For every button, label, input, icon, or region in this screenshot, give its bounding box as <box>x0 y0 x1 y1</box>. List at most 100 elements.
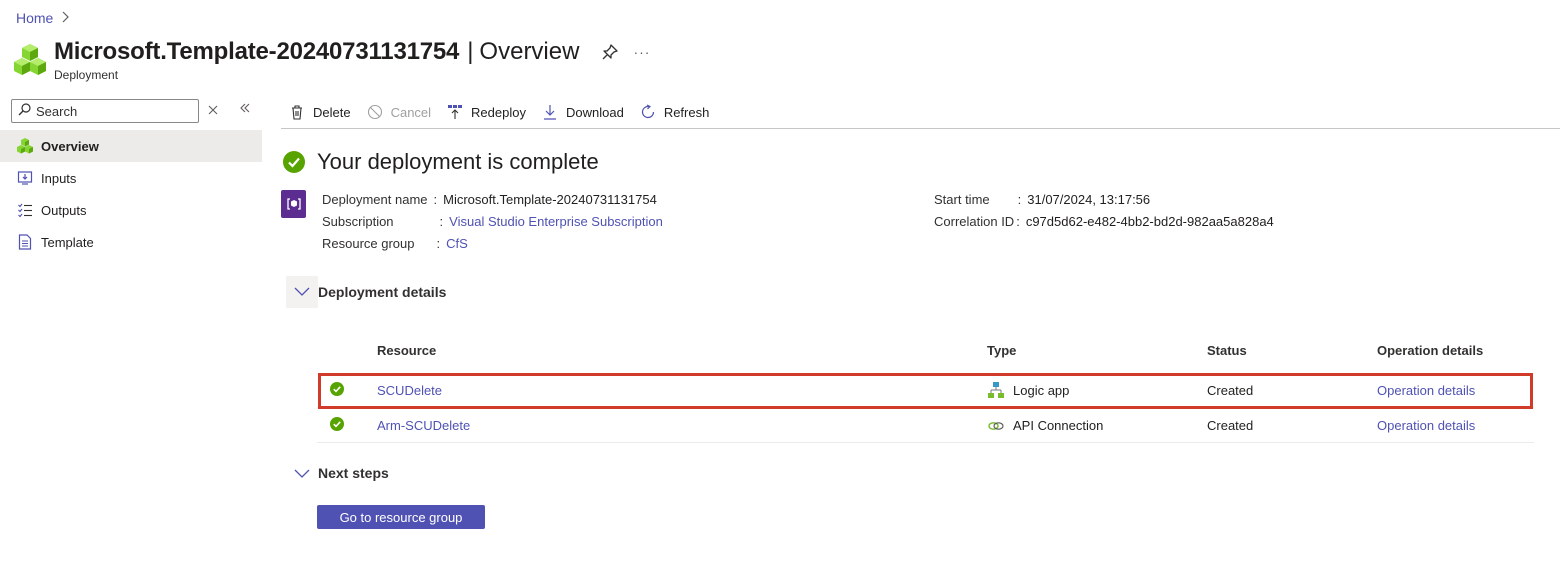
outputs-icon <box>16 201 34 219</box>
next-steps-label: Next steps <box>318 465 389 481</box>
column-header-type: Type <box>987 343 1017 358</box>
page-header: Microsoft.Template-20240731131754 | Over… <box>14 38 650 82</box>
next-steps-toggle[interactable] <box>292 464 312 484</box>
operation-details-link[interactable]: Operation details <box>1377 418 1475 433</box>
download-icon <box>542 104 558 120</box>
delete-label: Delete <box>313 104 351 120</box>
correlation-id-value: c97d5d62-e482-4bb2-bd2d-982aa5a828a4 <box>1025 214 1274 229</box>
essentials-correlation-id: Correlation ID : c97d5d62-e482-4bb2-bd2d… <box>934 211 1274 233</box>
cancel-icon <box>367 104 383 120</box>
essentials-right: Start time : 31/07/2024, 13:17:56 Correl… <box>934 189 1274 233</box>
essentials-subscription: Subscription : Visual Studio Enterprise … <box>322 211 663 233</box>
collapse-sidebar-icon[interactable] <box>239 101 251 117</box>
trash-icon <box>289 104 305 120</box>
colon: : <box>439 214 444 229</box>
status-title: Your deployment is complete <box>317 149 599 174</box>
redeploy-label: Redeploy <box>471 104 526 120</box>
resource-type-label: API Connection <box>1013 417 1104 433</box>
table-header: Resource Type Status Operation details <box>317 335 1534 367</box>
breadcrumb: Home <box>16 10 70 26</box>
deployment-cubes-icon <box>14 42 46 78</box>
go-to-resource-group-button[interactable]: Go to resource group <box>317 505 485 529</box>
essentials-left: Deployment name : Microsoft.Template-202… <box>322 189 663 255</box>
cancel-button[interactable]: Cancel <box>359 97 439 127</box>
table-row: SCUDelete Logic app Created Operation de… <box>317 373 1534 408</box>
resource-link[interactable]: SCUDelete <box>377 383 442 398</box>
deployment-cubes-icon <box>16 137 34 155</box>
column-header-resource: Resource <box>377 343 437 358</box>
correlation-id-label: Correlation ID <box>934 214 1015 229</box>
resource-group-link[interactable]: CfS <box>446 233 468 255</box>
delete-button[interactable]: Delete <box>281 97 359 127</box>
sidebar-item-outputs[interactable]: Outputs <box>0 194 262 226</box>
command-bar: Delete Cancel Redeploy Download Refresh <box>281 96 1560 129</box>
page-section-title: Overview <box>479 38 580 65</box>
resource-type: API Connection <box>987 416 1103 434</box>
resource-group-label: Resource group <box>322 236 415 251</box>
logic-app-icon <box>987 381 1005 399</box>
column-header-operation-details: Operation details <box>1377 343 1484 358</box>
column-header-status: Status <box>1207 343 1247 358</box>
success-check-icon <box>330 382 344 396</box>
breadcrumb-home-link[interactable]: Home <box>16 10 53 26</box>
redeploy-icon <box>447 104 463 120</box>
main-content: Your deployment is complete Deployment n… <box>281 129 1560 562</box>
essentials-resource-group: Resource group : CfS <box>322 233 663 255</box>
subscription-label: Subscription <box>322 214 394 229</box>
start-time-value: 31/07/2024, 13:17:56 <box>1027 192 1151 207</box>
chevron-down-icon <box>294 285 310 300</box>
deployment-template-icon <box>281 190 306 218</box>
resource-link[interactable]: Arm-SCUDelete <box>377 418 470 433</box>
refresh-label: Refresh <box>663 104 710 120</box>
sidebar: Overview Inputs Outputs Template <box>0 96 262 258</box>
deployment-details-label: Deployment details <box>318 284 447 300</box>
sidebar-item-inputs[interactable]: Inputs <box>0 162 262 194</box>
refresh-button[interactable]: Refresh <box>632 97 718 127</box>
sidebar-item-label: Outputs <box>41 202 87 218</box>
search-input[interactable] <box>36 103 186 119</box>
title-separator: | <box>467 38 474 65</box>
deployment-name-value: Microsoft.Template-20240731131754 <box>443 192 657 207</box>
colon: : <box>1016 214 1020 229</box>
start-time-label: Start time <box>934 192 990 207</box>
success-check-icon <box>330 417 344 431</box>
sidebar-item-template[interactable]: Template <box>0 226 262 258</box>
template-document-icon <box>16 233 34 251</box>
resource-status: Created <box>1207 418 1254 433</box>
deployment-status: Your deployment is complete <box>283 149 599 175</box>
download-button[interactable]: Download <box>534 97 632 127</box>
chevron-right-icon <box>61 11 70 26</box>
chevron-down-icon <box>294 467 310 482</box>
clear-search-icon[interactable] <box>208 103 218 118</box>
refresh-icon <box>640 104 656 120</box>
essentials-deployment-name: Deployment name : Microsoft.Template-202… <box>322 189 663 211</box>
colon: : <box>1017 192 1022 207</box>
deployment-name-label: Deployment name <box>322 192 428 207</box>
sidebar-item-label: Overview <box>41 138 99 154</box>
subscription-link[interactable]: Visual Studio Enterprise Subscription <box>449 211 663 233</box>
colon: : <box>436 236 441 251</box>
resource-type: Logic app <box>987 381 1069 399</box>
pin-icon[interactable] <box>601 43 619 61</box>
sidebar-nav: Overview Inputs Outputs Template <box>0 130 262 258</box>
download-label: Download <box>565 104 624 120</box>
sidebar-search-row <box>11 96 262 126</box>
search-icon <box>18 103 31 119</box>
sidebar-item-overview[interactable]: Overview <box>0 130 262 162</box>
colon: : <box>433 192 438 207</box>
resource-status: Created <box>1207 383 1254 398</box>
page-subtitle: Deployment <box>54 68 119 82</box>
inputs-icon <box>16 169 34 187</box>
sidebar-search-box <box>11 99 199 123</box>
table-row: Arm-SCUDelete API Connection Created Ope… <box>317 408 1534 443</box>
sidebar-item-label: Inputs <box>41 170 77 186</box>
page-title: Microsoft.Template-20240731131754 <box>54 38 460 65</box>
cancel-label: Cancel <box>390 104 432 120</box>
operation-details-link[interactable]: Operation details <box>1377 383 1475 398</box>
deployment-details-toggle[interactable] <box>286 276 318 308</box>
success-check-icon <box>283 151 305 173</box>
sidebar-item-label: Template <box>41 234 94 250</box>
more-options-icon[interactable]: ··· <box>633 44 650 60</box>
redeploy-button[interactable]: Redeploy <box>439 97 534 127</box>
api-connection-icon <box>987 416 1005 434</box>
